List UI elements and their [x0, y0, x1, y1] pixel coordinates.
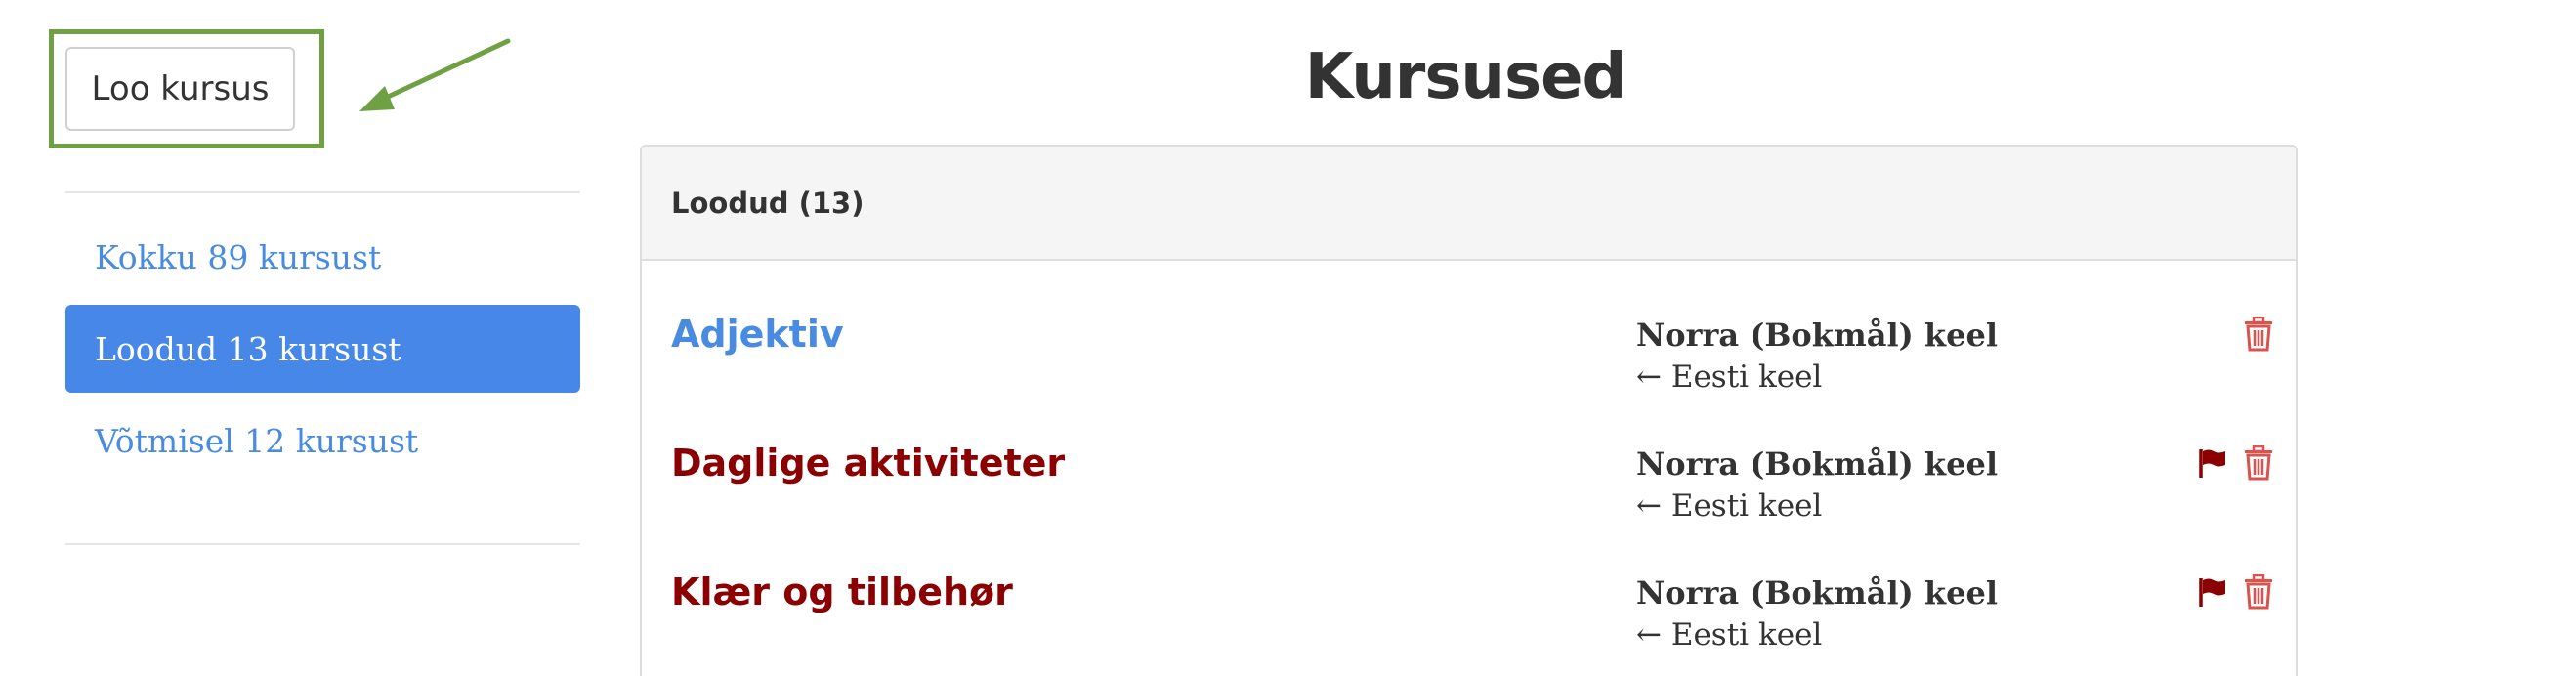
sidebar-item-total[interactable]: Kokku 89 kursust [65, 213, 580, 301]
course-source-language: ← Eesti keel [1636, 488, 1823, 524]
page: Loo kursus Kokku 89 kursust Loodud 13 ku… [0, 0, 2576, 676]
course-target-language: Norra (Bokmål) keel [1636, 574, 1998, 612]
page-title: Kursused [1304, 41, 1627, 113]
arrow-icon [359, 38, 511, 111]
sidebar-item-taking[interactable]: Võtmisel 12 kursust [65, 397, 580, 485]
sidebar-item-label: Kokku 89 kursust [95, 237, 382, 276]
course-row: Adjektiv Norra (Bokmål) keel ← Eesti kee… [642, 313, 2296, 440]
course-row: Daglige aktiviteter Norra (Bokmål) keel … [642, 442, 2296, 569]
course-title-link[interactable]: Adjektiv [671, 313, 844, 356]
course-source-language: ← Eesti keel [1636, 617, 1823, 653]
sidebar-divider-bottom [65, 543, 580, 545]
courses-panel: Loodud (13) Adjektiv Norra (Bokmål) keel… [640, 145, 2298, 676]
course-target-language: Norra (Bokmål) keel [1636, 445, 1998, 483]
trash-icon[interactable] [2239, 570, 2278, 613]
course-title-link[interactable]: Klær og tilbehør [671, 570, 1013, 613]
trash-icon[interactable] [2239, 313, 2278, 356]
trash-icon[interactable] [2239, 442, 2278, 485]
sidebar-item-created[interactable]: Loodud 13 kursust [65, 305, 580, 393]
sidebar-divider-top [65, 191, 580, 193]
course-target-language: Norra (Bokmål) keel [1636, 317, 1998, 354]
sidebar-item-label: Võtmisel 12 kursust [95, 421, 419, 460]
sidebar-item-label: Loodud 13 kursust [95, 329, 401, 368]
flag-icon[interactable] [2193, 442, 2232, 485]
flag-icon[interactable] [2193, 570, 2232, 613]
course-source-language: ← Eesti keel [1636, 359, 1823, 395]
panel-heading: Loodud (13) [642, 147, 2296, 261]
course-title-link[interactable]: Daglige aktiviteter [671, 442, 1065, 485]
create-course-button[interactable]: Loo kursus [65, 47, 295, 131]
course-row: Klær og tilbehør Norra (Bokmål) keel ← E… [642, 570, 2296, 676]
